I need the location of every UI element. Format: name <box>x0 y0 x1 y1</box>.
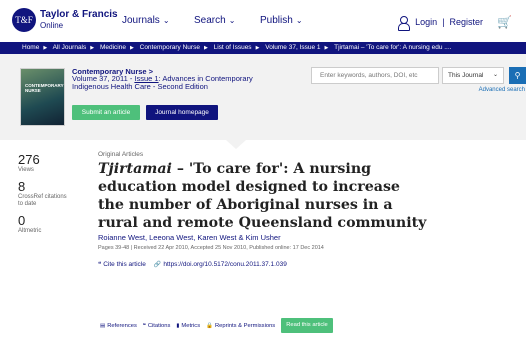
banner-notch <box>226 140 246 149</box>
article-tabs: ▤ References ❝ Citations ▮ Metrics 🔒 Reprint… <box>100 318 333 333</box>
crumb-journal[interactable]: Contemporary Nurse <box>140 44 200 51</box>
register-link[interactable]: Register <box>450 17 484 27</box>
lock-icon: 🔒 <box>206 322 213 329</box>
article-authors[interactable]: Roianne West, Leeona West, Karen West & … <box>98 233 428 242</box>
views-count: 276 <box>18 152 40 167</box>
chevron-down-icon: ⌄ <box>295 16 303 25</box>
crumb-article: Tjirtamai – 'To care for': A nursing edu… <box>334 44 452 51</box>
altmetric-label: Altmetric <box>18 228 42 234</box>
tab-metrics[interactable]: ▮ Metrics <box>176 323 200 329</box>
arrow-right-icon: ▶ <box>324 45 329 51</box>
crumb-issues[interactable]: List of Issues <box>214 44 252 51</box>
nav-search[interactable]: Search ⌄ <box>194 15 235 26</box>
journal-homepage-button[interactable]: Journal homepage <box>146 105 218 120</box>
journal-cover-image[interactable]: CONTEMPORARY NURSE <box>20 68 65 126</box>
crossref-label: CrossRef citations to date <box>18 194 67 207</box>
quote-icon: ❝ <box>142 322 146 329</box>
chevron-down-icon: ⌄ <box>228 16 236 25</box>
search-button[interactable]: ⚲ <box>509 67 526 84</box>
journal-volume: Volume 37, 2011 - Issue 1: Advances in C… <box>72 74 253 91</box>
search-input[interactable]: Enter keywords, authors, DOI, etc <box>311 67 439 84</box>
cart-icon[interactable]: 🛒 <box>497 15 512 29</box>
tab-references[interactable]: ▤ References <box>100 323 137 329</box>
tab-citations[interactable]: ❝ Citations <box>143 323 171 329</box>
crumb-home[interactable]: Home <box>22 44 39 51</box>
account-links: Login | Register 🛒 <box>398 15 512 31</box>
article-title: Tjirtamai – 'To care for': A nursing edu… <box>98 161 427 231</box>
logo-subtitle: Online <box>40 21 64 30</box>
breadcrumb: Home ▶ All Journals ▶ Medicine ▶ Contempora… <box>0 42 526 54</box>
arrow-right-icon: ▶ <box>255 45 260 51</box>
user-icon <box>398 15 411 31</box>
link-icon: 🔗 <box>153 262 162 268</box>
arrow-right-icon: ▶ <box>90 45 95 51</box>
cover-title: CONTEMPORARY NURSE <box>25 83 64 93</box>
journal-banner: CONTEMPORARY NURSE Contemporary Nurse > … <box>0 54 526 149</box>
references-icon: ▤ <box>100 322 106 329</box>
search-icon: ⚲ <box>514 71 521 80</box>
altmetric-count: 0 <box>18 213 26 228</box>
chevron-down-icon: ⌄ <box>492 72 498 78</box>
tab-reprints[interactable]: 🔒 Reprints & Permissions <box>206 323 275 329</box>
article-header: Original Articles Tjirtamai – 'To care f… <box>98 151 428 268</box>
arrow-right-icon: ▶ <box>43 45 48 51</box>
nav-journals[interactable]: Journals ⌄ <box>122 15 170 26</box>
crumb-all-journals[interactable]: All Journals <box>53 44 87 51</box>
logo-title: Taylor & Francis <box>40 9 118 20</box>
arrow-right-icon: ▶ <box>203 45 208 51</box>
views-label: Views <box>18 167 34 173</box>
submit-article-button[interactable]: Submit an article <box>72 105 140 120</box>
site-header: T&F Taylor & Francis Online Journals ⌄ Se… <box>0 0 526 42</box>
cite-row: ❝ Cite this article 🔗 https://doi.org/10.5… <box>98 261 428 268</box>
crumb-medicine[interactable]: Medicine <box>100 44 126 51</box>
nav-publish[interactable]: Publish ⌄ <box>260 15 303 26</box>
search-scope-select[interactable]: This Journal ⌄ <box>442 67 504 84</box>
separator: | <box>442 17 445 27</box>
article-metrics-summary: 276 Views 8 CrossRef citations to date 0… <box>18 153 68 241</box>
doi-link[interactable]: 🔗 https://doi.org/10.5172/conu.2011.37.1.… <box>154 261 287 268</box>
cite-link[interactable]: ❝ Cite this article <box>98 261 146 268</box>
crumb-volume[interactable]: Volume 37, Issue 1 <box>265 44 320 51</box>
quote-icon: ❝ <box>98 262 102 268</box>
arrow-right-icon: ▶ <box>129 45 134 51</box>
bar-chart-icon: ▮ <box>176 322 180 329</box>
article-dates: Pages 39-48 | Received 22 Apr 2010, Acce… <box>98 245 324 251</box>
taylor-francis-logo[interactable]: T&F Taylor & Francis Online <box>12 8 118 32</box>
logo-mark-icon: T&F <box>12 8 36 32</box>
login-link[interactable]: Login <box>415 17 437 27</box>
read-article-button[interactable]: Read this article <box>281 318 333 333</box>
crossref-count: 8 <box>18 179 26 194</box>
article-type: Original Articles <box>98 151 144 158</box>
advanced-search-link[interactable]: Advanced search <box>479 87 525 93</box>
chevron-down-icon: ⌄ <box>162 16 170 25</box>
